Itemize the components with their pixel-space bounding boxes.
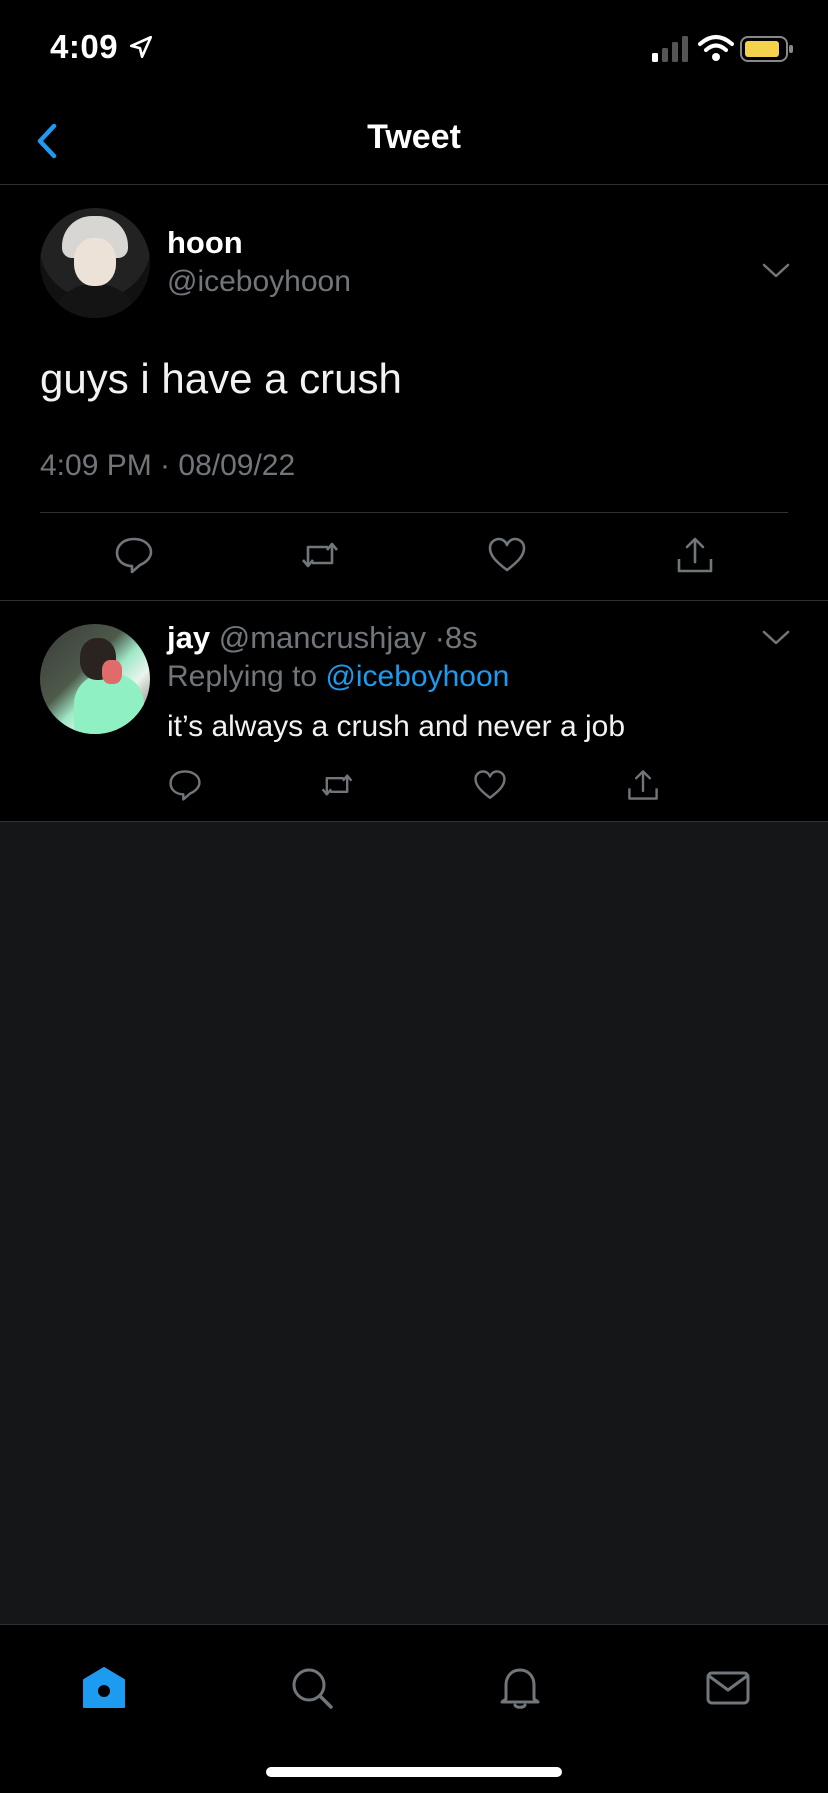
empty-content-area — [0, 822, 828, 1624]
location-arrow-icon — [129, 35, 153, 59]
share-icon[interactable] — [626, 768, 660, 802]
avatar[interactable] — [40, 208, 150, 318]
display-name[interactable]: jay — [167, 620, 210, 655]
tweet-timestamp[interactable]: 4:09 PM · 08/09/22 — [40, 449, 295, 483]
replying-handle-link[interactable]: @iceboyhoon — [325, 660, 509, 693]
reply-icon[interactable] — [114, 535, 154, 575]
battery-icon — [740, 36, 793, 62]
nav-bar: Tweet — [0, 96, 828, 185]
replying-to: Replying to @iceboyhoon — [167, 660, 509, 694]
cellular-signal-icon — [652, 36, 688, 62]
share-icon[interactable] — [675, 535, 715, 575]
display-name[interactable]: hoon — [167, 225, 243, 261]
page-title: Tweet — [367, 118, 461, 156]
status-time: 4:09 — [50, 28, 119, 65]
search-icon[interactable] — [289, 1665, 335, 1711]
divider — [40, 512, 788, 513]
main-tweet[interactable]: hoon @iceboyhoon guys i have a crush 4:0… — [0, 185, 828, 601]
retweet-icon[interactable] — [320, 768, 354, 802]
home-indicator — [266, 1767, 562, 1777]
user-handle[interactable]: @iceboyhoon — [167, 265, 351, 299]
separator: · — [434, 620, 445, 655]
notifications-icon[interactable] — [497, 1665, 543, 1711]
status-bar: 4:09 — [0, 0, 828, 96]
avatar[interactable] — [40, 624, 150, 734]
tweet-text: guys i have a crush — [40, 355, 402, 402]
messages-icon[interactable] — [705, 1665, 751, 1711]
retweet-icon[interactable] — [300, 535, 340, 575]
avatar-figure — [52, 284, 138, 318]
reply-tweet[interactable]: jay @mancrushjay ·8s Replying to @iceboy… — [0, 600, 828, 822]
reply-icon[interactable] — [168, 768, 202, 802]
reply-header: jay @mancrushjay ·8s — [167, 620, 478, 656]
chevron-down-icon[interactable] — [762, 630, 790, 646]
avatar-hand — [102, 660, 122, 684]
like-icon[interactable] — [473, 768, 507, 802]
user-handle[interactable]: @mancrushjay — [219, 620, 426, 655]
tweet-text: it’s always a crush and never a job — [167, 710, 626, 743]
like-icon[interactable] — [487, 535, 527, 575]
wifi-icon — [698, 35, 734, 61]
home-icon[interactable] — [81, 1665, 127, 1711]
chevron-down-icon[interactable] — [762, 263, 790, 279]
tweet-age: 8s — [444, 620, 478, 655]
replying-prefix: Replying to — [167, 660, 326, 693]
avatar-face — [74, 238, 116, 286]
